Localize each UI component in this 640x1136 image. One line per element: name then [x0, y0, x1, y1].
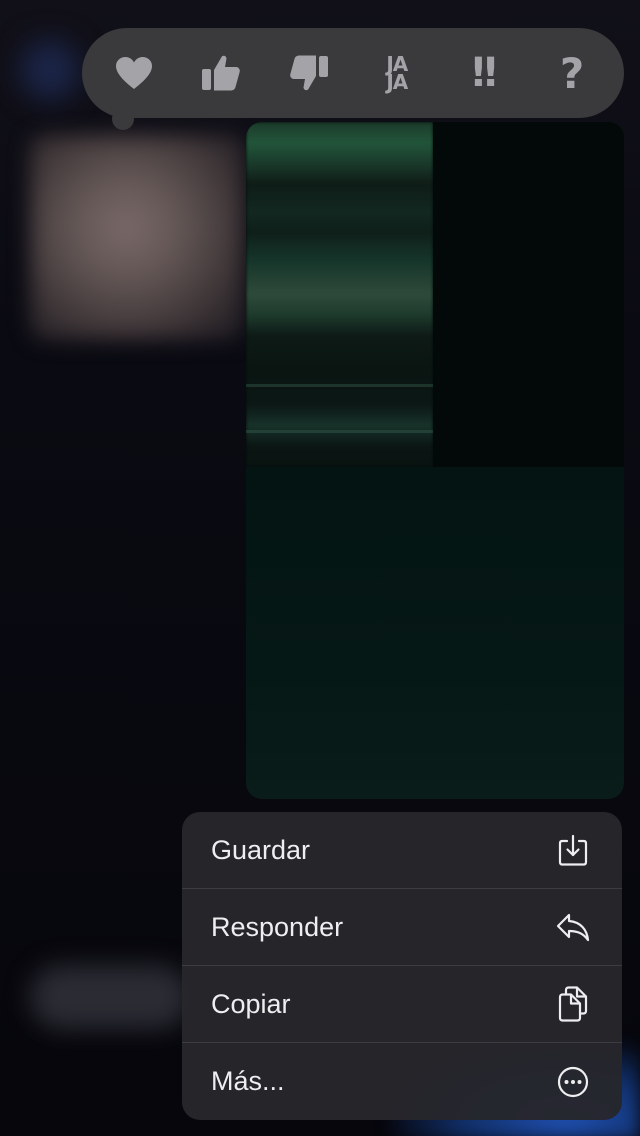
menu-item-save[interactable]: Guardar [182, 812, 622, 889]
menu-item-label: Más... [211, 1066, 285, 1096]
message-context-screen: JA JA !! ? Guardar Responder Copiar Más.… [0, 0, 640, 1136]
menu-item-label: Copiar [211, 988, 291, 1019]
selected-media-message[interactable] [246, 122, 624, 799]
question-mark-icon: ? [559, 48, 585, 98]
copy-documents-icon [556, 986, 590, 1022]
reply-arrow-icon [556, 910, 590, 944]
media-dark-area [433, 122, 624, 467]
media-lower-area [246, 467, 624, 799]
blurred-photo-message [30, 135, 245, 340]
reaction-thumbs-up[interactable] [185, 37, 257, 109]
message-context-menu: Guardar Responder Copiar Más... [182, 812, 622, 1120]
heart-icon [115, 56, 153, 90]
reaction-emphasize[interactable]: !! [448, 37, 520, 109]
menu-item-reply[interactable]: Responder [182, 889, 622, 966]
tapback-reaction-bar: JA JA !! ? [82, 28, 624, 130]
haha-label-bottom: JA [386, 70, 408, 94]
more-ellipsis-icon [556, 1065, 590, 1099]
thumbs-up-icon [201, 54, 241, 92]
menu-item-label: Responder [211, 911, 344, 942]
double-exclamation-icon: !! [469, 50, 500, 96]
thumbnail-streak [246, 430, 433, 433]
blurred-message-input [30, 965, 190, 1029]
reaction-thumbs-down[interactable] [273, 37, 345, 109]
reaction-question[interactable]: ? [536, 37, 608, 109]
thumbs-down-icon [289, 54, 329, 92]
haha-icon: JA JA [386, 54, 408, 94]
menu-item-more[interactable]: Más... [182, 1043, 622, 1120]
menu-item-copy[interactable]: Copiar [182, 966, 622, 1043]
reaction-haha[interactable]: JA JA [361, 37, 433, 109]
media-thumbnail [246, 122, 433, 467]
menu-item-label: Guardar [211, 834, 311, 865]
blurred-background-element [20, 40, 80, 100]
save-download-icon [556, 833, 590, 867]
reaction-heart[interactable] [98, 37, 170, 109]
thumbnail-streak [246, 384, 433, 387]
